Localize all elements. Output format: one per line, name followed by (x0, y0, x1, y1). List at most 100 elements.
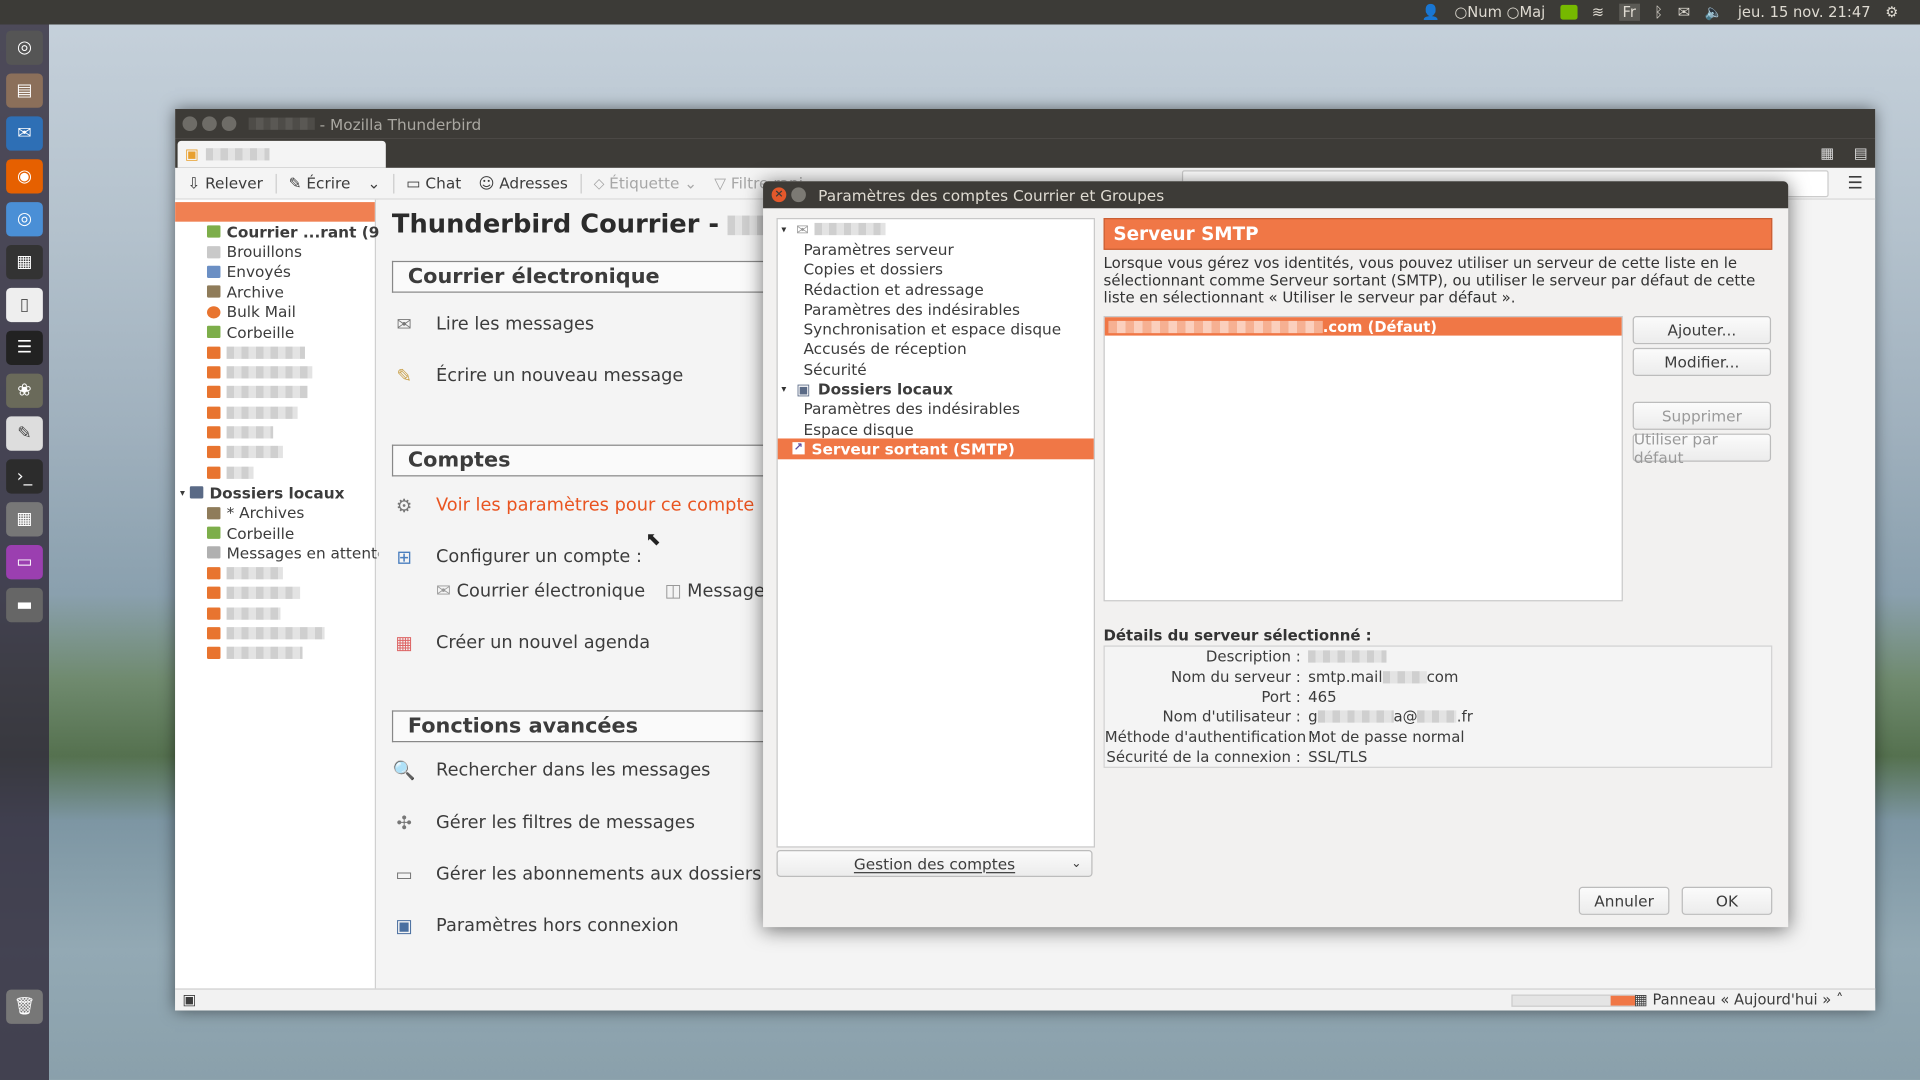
folder-outbox[interactable]: Messages en attente (175, 543, 386, 563)
mail-icon[interactable]: ✉ (1678, 4, 1690, 21)
account-row[interactable] (175, 202, 375, 222)
envelope-icon: ✉ (436, 581, 451, 602)
folder-item[interactable] (175, 563, 375, 583)
read-messages-link[interactable]: ✉ Lire les messages (392, 312, 770, 336)
hamburger-menu-icon[interactable]: ☰ (1848, 174, 1863, 194)
calculator-icon[interactable]: ▦ (6, 502, 43, 537)
calendar-icon: ▦ (395, 631, 413, 655)
folder-local[interactable]: ▾ Dossiers locaux (175, 483, 375, 503)
tasks-tab-icon[interactable]: ▤ (1854, 145, 1868, 162)
keyboard-layout[interactable]: Fr (1618, 3, 1640, 21)
drive-icon[interactable]: ▬ (6, 587, 43, 623)
folder-item[interactable] (175, 603, 375, 623)
edit-server-button[interactable]: Modifier... (1632, 347, 1772, 377)
folder-item[interactable] (175, 422, 375, 442)
tree-security[interactable]: Sécurité (778, 359, 1094, 379)
account-actions-dropdown[interactable]: Gestion des comptes ⌄ (776, 850, 1093, 877)
terminal-icon[interactable]: ›_ (6, 459, 43, 494)
document-icon[interactable]: ▯ (6, 287, 43, 323)
tag-button[interactable]: ⬦ Étiquette ⌄ (589, 171, 702, 195)
tree-account[interactable]: ▾ ✉ (778, 219, 1094, 239)
minimize-icon[interactable] (202, 116, 217, 132)
tree-junk[interactable]: Paramètres des indésirables (778, 299, 1094, 319)
search-messages-link[interactable]: 🔍 Rechercher dans les messages (392, 758, 770, 782)
files-icon[interactable]: ▤ (6, 73, 43, 108)
configure-links: ✉ Courrier électronique ◫ Messagerie (436, 579, 770, 603)
media-icon[interactable]: ▭ (6, 545, 43, 580)
folder-local-archives[interactable]: * Archives (175, 503, 375, 523)
folder-item[interactable] (175, 463, 375, 483)
tree-local-junk[interactable]: Paramètres des indésirables (778, 399, 1094, 419)
bluetooth-icon[interactable]: ᛒ (1654, 4, 1663, 21)
add-server-button[interactable]: Ajouter... (1632, 315, 1772, 345)
tab-mail[interactable]: ▣ (177, 140, 386, 168)
folder-item[interactable] (175, 402, 375, 422)
address-book-button[interactable]: ☺ Adresses (473, 171, 572, 194)
tree-receipts[interactable]: Accusés de réception (778, 339, 1094, 359)
chromium-icon[interactable]: ◎ (6, 202, 43, 237)
thunderbird-icon[interactable]: ✉ (6, 116, 43, 151)
folder-sent[interactable]: Envoyés (175, 262, 375, 282)
folder-item[interactable] (175, 362, 375, 382)
folder-item[interactable] (175, 443, 375, 463)
tree-local-folders[interactable]: ▾ ▣ Dossiers locaux (778, 379, 1094, 399)
new-calendar-link[interactable]: ▦ Créer un nouvel agenda (392, 631, 770, 655)
calendar-tab-icon[interactable]: ▦ (1820, 145, 1834, 162)
close-icon[interactable] (182, 116, 198, 132)
view-settings-link[interactable]: ⚙ Voir les paramètres pour ce compte (392, 494, 770, 518)
dash-icon[interactable]: ◎ (6, 30, 43, 65)
write-button[interactable]: ✎ Écrire (284, 171, 356, 194)
get-mail-button[interactable]: ⇩ Relever (182, 171, 267, 194)
folder-item[interactable] (175, 643, 375, 663)
subscriptions-link[interactable]: ▭ Gérer les abonnements aux dossiers (392, 862, 770, 886)
folder-trash[interactable]: Corbeille (175, 322, 375, 342)
tasks-icon[interactable]: ☰ (6, 330, 43, 365)
manage-filters-link[interactable]: ✣ Gérer les filtres de messages (392, 811, 770, 835)
clock[interactable]: jeu. 15 nov. 21:47 (1738, 4, 1871, 21)
user-icon[interactable]: 👤 (1421, 4, 1439, 21)
folder-archive[interactable]: Archive (175, 282, 375, 302)
write-dropdown-icon[interactable]: ⌄ (363, 171, 386, 194)
offline-settings-link[interactable]: ▣ Paramètres hors connexion (392, 914, 770, 938)
folder-drafts[interactable]: Brouillons (175, 242, 375, 262)
gimp-icon[interactable]: ❀ (6, 373, 43, 408)
folder-item[interactable] (175, 382, 375, 402)
folder-item[interactable] (175, 342, 375, 362)
ok-button[interactable]: OK (1681, 886, 1773, 915)
smtp-server-row[interactable]: .com (Défaut) (1104, 317, 1622, 336)
cancel-button[interactable]: Annuler (1578, 886, 1670, 915)
configure-chat-link[interactable]: ◫ Messagerie (665, 582, 771, 602)
tree-sync[interactable]: Synchronisation et espace disque (778, 319, 1094, 339)
monitor-icon[interactable]: ▦ (6, 244, 43, 280)
close-icon[interactable]: × (771, 187, 787, 203)
mouse-cursor-icon: ⬉ (645, 527, 661, 550)
folder-inbox[interactable]: Courrier ...rant (95) (175, 222, 397, 242)
folder-item[interactable] (175, 583, 375, 603)
tree-disk-space[interactable]: Espace disque (778, 419, 1094, 439)
nvidia-icon[interactable] (1559, 4, 1578, 20)
firefox-icon[interactable]: ◉ (6, 159, 43, 194)
section-accounts: Comptes (391, 444, 771, 477)
editor-icon[interactable]: ✎ (6, 416, 43, 451)
trash-icon[interactable]: 🗑 (6, 989, 43, 1024)
chat-button[interactable]: ▭ Chat (401, 171, 466, 194)
tree-smtp[interactable]: ↗ Serveur sortant (SMTP) (777, 438, 1094, 459)
remove-server-button[interactable]: Supprimer (1632, 401, 1772, 430)
tree-copies[interactable]: Copies et dossiers (778, 259, 1094, 279)
folder-bulk[interactable]: Bulk Mail (175, 302, 375, 322)
folder-item[interactable] (175, 623, 375, 643)
online-status-icon[interactable]: ▣ (182, 991, 196, 1008)
configure-mail-link[interactable]: ✉ Courrier électronique (436, 582, 645, 602)
tree-composition[interactable]: Rédaction et adressage (778, 279, 1094, 299)
power-icon[interactable]: ⚙ (1885, 4, 1898, 21)
minimize-icon[interactable] (791, 187, 806, 203)
set-default-button[interactable]: Utiliser par défaut (1632, 429, 1772, 466)
write-message-link[interactable]: ✎ Écrire un nouveau message (392, 364, 770, 388)
today-pane-toggle[interactable]: ▦ Panneau « Aujourd'hui » ˄ (1634, 991, 1843, 1008)
folder-local-trash[interactable]: Corbeille (175, 523, 375, 543)
maximize-icon[interactable] (221, 116, 237, 132)
wifi-icon[interactable]: ≋ (1592, 4, 1604, 21)
tree-server-settings[interactable]: Paramètres serveur (778, 239, 1094, 259)
volume-icon[interactable]: 🔈 (1705, 4, 1723, 21)
detail-row: Port :465 (1261, 688, 1337, 706)
